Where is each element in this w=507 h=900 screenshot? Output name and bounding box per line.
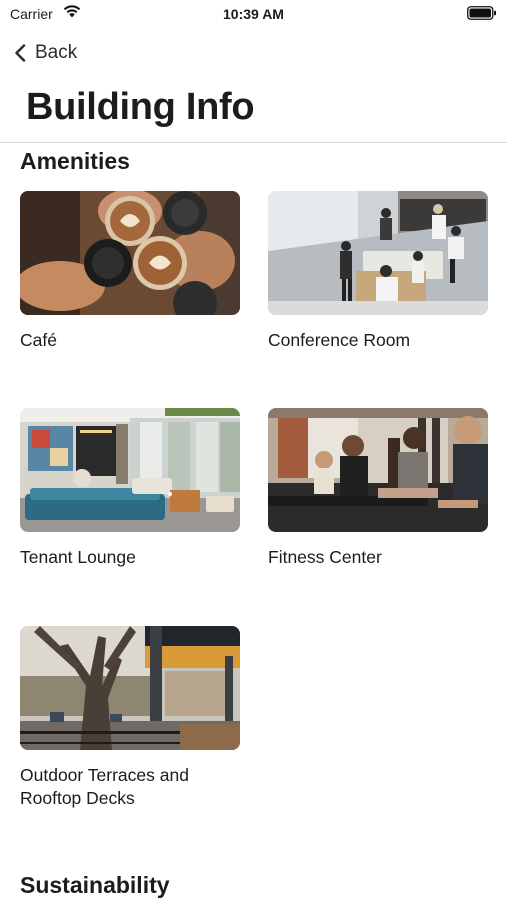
- status-bar: Carrier 10:39 AM: [0, 0, 507, 30]
- amenity-card-conference-room[interactable]: Conference Room: [268, 191, 488, 352]
- back-label: Back: [35, 42, 78, 63]
- conference-room-photo: [268, 191, 488, 315]
- cafe-photo: [20, 191, 240, 315]
- fitness-photo: [268, 408, 488, 532]
- amenity-label: Fitness Center: [268, 547, 382, 567]
- page-title: Building Info: [26, 86, 255, 128]
- battery-icon: [467, 6, 496, 20]
- amenity-label: Café: [20, 330, 57, 350]
- title-divider: [0, 142, 507, 143]
- amenity-card-fitness-center[interactable]: Fitness Center: [268, 408, 488, 569]
- terrace-photo: [20, 626, 240, 750]
- section-title-amenities: Amenities: [20, 148, 130, 174]
- back-button[interactable]: Back: [14, 40, 77, 66]
- section-title-sustainability: Sustainability: [20, 872, 170, 898]
- amenity-card-outdoor-terraces[interactable]: Outdoor Terraces and Rooftop Decks: [20, 626, 240, 810]
- status-time: 10:39 AM: [223, 6, 284, 22]
- amenity-label: Tenant Lounge: [20, 547, 136, 567]
- amenity-label: Conference Room: [268, 330, 411, 350]
- lounge-photo: [20, 408, 240, 532]
- amenity-card-tenant-lounge[interactable]: Tenant Lounge: [20, 408, 240, 569]
- chevron-left-icon: [15, 44, 26, 62]
- amenity-card-cafe[interactable]: Café: [20, 191, 240, 352]
- amenity-label: Outdoor Terraces and Rooftop Decks: [20, 765, 189, 808]
